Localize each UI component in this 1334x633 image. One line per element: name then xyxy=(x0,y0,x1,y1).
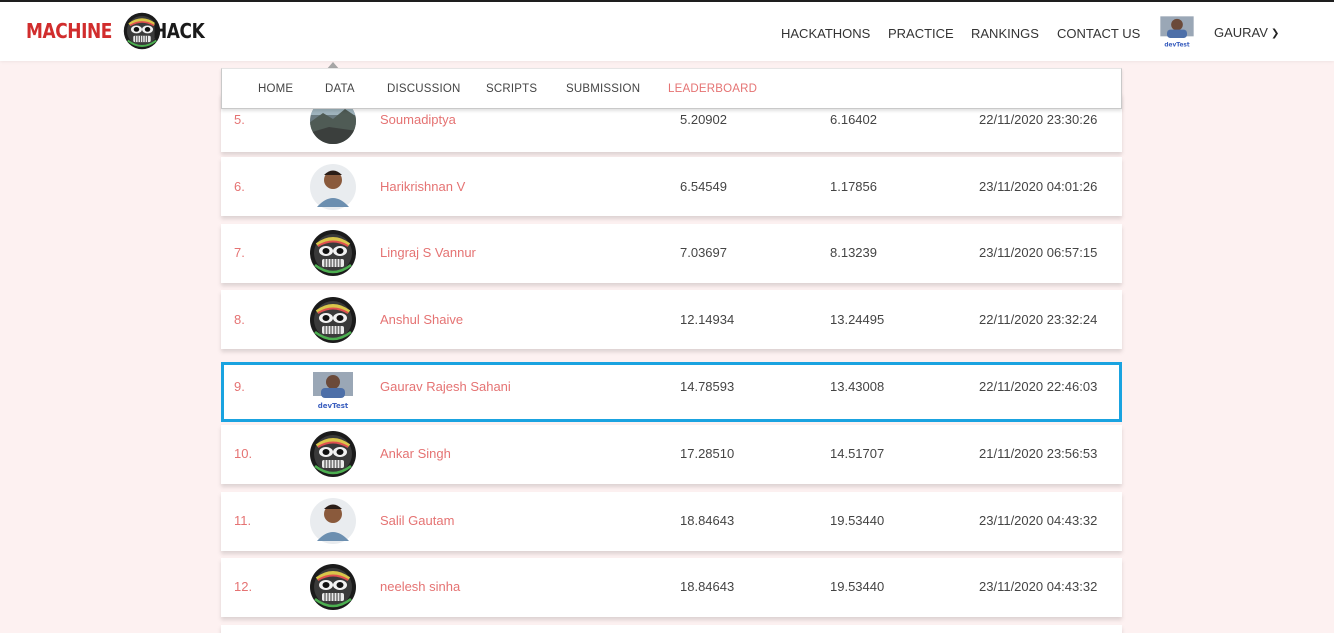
leaderboard-row: 10. Ankar Singh 17.28510 14.51707 21/11/… xyxy=(221,425,1122,484)
public-score: 7.03697 xyxy=(680,245,727,260)
avatar xyxy=(309,497,357,545)
leaderboard-row: 11. Salil Gautam 18.84643 19.53440 23/11… xyxy=(221,492,1122,551)
tab-home[interactable]: HOME xyxy=(258,83,293,95)
avatar xyxy=(309,163,357,211)
top-navbar: MACHINE HACK HACKATHONS PRACTICE RANKING… xyxy=(0,0,1334,61)
rank: 6. xyxy=(234,179,245,194)
tab-scripts[interactable]: SCRIPTS xyxy=(486,83,537,95)
private-score: 13.43008 xyxy=(830,379,885,394)
public-score: 5.20902 xyxy=(680,112,727,127)
private-score: 14.51707 xyxy=(830,446,885,461)
public-score: 18.84643 xyxy=(680,513,735,528)
rank: 5. xyxy=(234,112,245,127)
public-score: 12.14934 xyxy=(680,312,735,327)
public-score: 17.28510 xyxy=(680,446,735,461)
rank: 9. xyxy=(234,379,245,394)
nav-contact-us[interactable]: CONTACT US xyxy=(1057,26,1140,41)
participant-name[interactable]: Soumadiptya xyxy=(380,112,456,127)
participant-name[interactable]: neelesh sinha xyxy=(380,579,460,594)
public-score: 6.54549 xyxy=(680,179,727,194)
avatar xyxy=(309,296,357,344)
avatar xyxy=(309,430,357,478)
challenge-tabs: HOME DATA DISCUSSION SCRIPTS SUBMISSION … xyxy=(221,68,1122,109)
submission-date: 22/11/2020 22:46:03 xyxy=(979,379,1098,394)
leaderboard-row: 7. Lingraj S Vannur 7.03697 8.13239 23/1… xyxy=(221,224,1122,283)
participant-name[interactable]: Harikrishnan V xyxy=(380,179,465,194)
leaderboard-row: 6. Harikrishnan V 6.54549 1.17856 23/11/… xyxy=(221,157,1122,216)
tab-submission[interactable]: SUBMISSION xyxy=(566,83,640,95)
avatar xyxy=(309,229,357,277)
private-score: 8.13239 xyxy=(830,245,877,260)
submission-date: 23/11/2020 04:43:32 xyxy=(979,579,1098,594)
private-score: 19.53440 xyxy=(830,579,885,594)
leaderboard-row-partial xyxy=(221,625,1122,633)
private-score: 19.53440 xyxy=(830,513,885,528)
nav-hackathons[interactable]: HACKATHONS xyxy=(781,26,870,41)
brand-hack: HACK xyxy=(153,19,205,43)
brand-machine: MACHINE xyxy=(26,19,112,43)
rank: 7. xyxy=(234,245,245,260)
user-menu[interactable]: GAURAV ❯ xyxy=(1214,25,1279,40)
private-score: 13.24495 xyxy=(830,312,885,327)
participant-name[interactable]: Ankar Singh xyxy=(380,446,451,461)
nav-rankings[interactable]: RANKINGS xyxy=(971,26,1039,41)
participant-name[interactable]: Salil Gautam xyxy=(380,513,454,528)
rank: 10. xyxy=(234,446,253,461)
leaderboard-row: 8. Anshul Shaive 12.14934 13.24495 22/11… xyxy=(221,290,1122,349)
private-score: 1.17856 xyxy=(830,179,877,194)
avatar xyxy=(309,368,357,416)
chevron-down-icon: ❯ xyxy=(1270,28,1280,39)
tab-leaderboard[interactable]: LEADERBOARD xyxy=(668,83,757,95)
rank: 12. xyxy=(234,579,253,594)
submission-date: 21/11/2020 23:56:53 xyxy=(979,446,1098,461)
public-score: 14.78593 xyxy=(680,379,735,394)
participant-name[interactable]: Gaurav Rajesh Sahani xyxy=(380,379,511,394)
submission-date: 23/11/2020 04:01:26 xyxy=(979,179,1098,194)
avatar xyxy=(309,563,357,611)
submission-date: 22/11/2020 23:32:24 xyxy=(979,312,1098,327)
rank: 11. xyxy=(234,513,252,528)
user-avatar[interactable] xyxy=(1157,13,1197,53)
participant-name[interactable]: Lingraj S Vannur xyxy=(380,245,476,260)
public-score: 18.84643 xyxy=(680,579,735,594)
brand-logo[interactable]: MACHINE HACK xyxy=(26,8,214,54)
rank: 8. xyxy=(234,312,245,327)
private-score: 6.16402 xyxy=(830,112,877,127)
leaderboard-row: 12. neelesh sinha 18.84643 19.53440 23/1… xyxy=(221,558,1122,617)
tab-data[interactable]: DATA xyxy=(325,83,355,95)
tab-discussion[interactable]: DISCUSSION xyxy=(387,83,461,95)
submission-date: 22/11/2020 23:30:26 xyxy=(979,112,1098,127)
submission-date: 23/11/2020 04:43:32 xyxy=(979,513,1098,528)
nav-practice[interactable]: PRACTICE xyxy=(888,26,954,41)
submission-date: 23/11/2020 06:57:15 xyxy=(979,245,1098,260)
participant-name[interactable]: Anshul Shaive xyxy=(380,312,463,327)
leaderboard-row-current-user: 9. Gaurav Rajesh Sahani 14.78593 13.4300… xyxy=(221,362,1122,422)
user-name: GAURAV xyxy=(1214,25,1268,40)
